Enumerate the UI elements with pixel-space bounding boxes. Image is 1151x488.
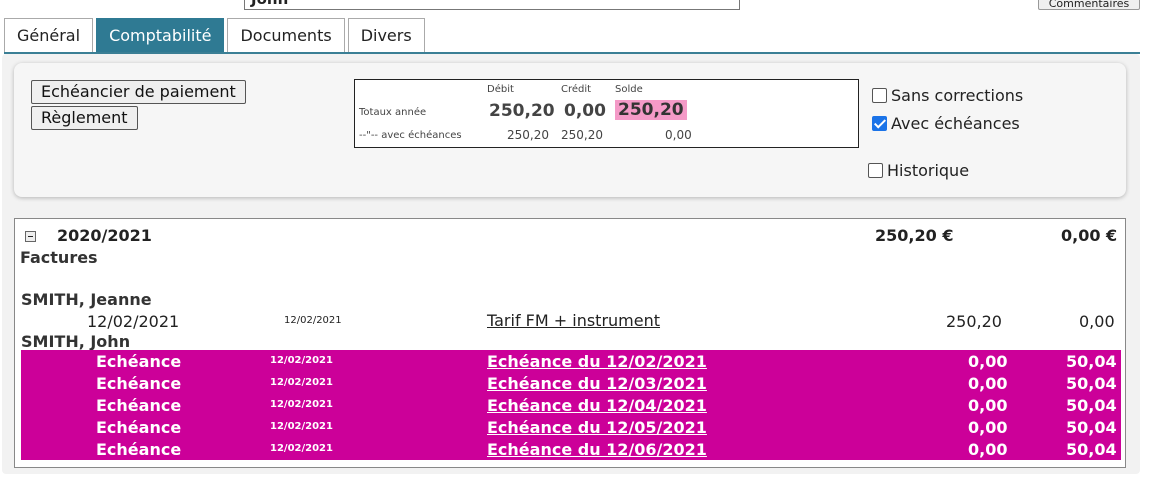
history-label: Historique (887, 161, 970, 180)
row-credit: 50,04 (1066, 352, 1117, 371)
invoice-doc-date: 12/02/2021 (284, 315, 342, 326)
person-name: SMITH, Jeanne (21, 290, 152, 309)
year-credit: 0,00 (564, 101, 606, 121)
fiscal-year: 2020/2021 (57, 226, 152, 245)
tab-divers[interactable]: Divers (347, 18, 425, 53)
year-balance: 250,20 (615, 100, 687, 120)
schedule-rows: Echéance 12/02/2021 Echéance du 12/02/20… (21, 350, 1121, 460)
table-row[interactable]: Echéance 12/02/2021 Echéance du 12/03/20… (21, 372, 1121, 394)
with-schedules-label: Avec échéances (891, 114, 1020, 133)
no-corrections-checkbox[interactable]: Sans corrections (872, 86, 1023, 105)
year-total-debit: 250,20 € (875, 226, 954, 245)
row-link[interactable]: Echéance du 12/02/2021 (487, 352, 707, 371)
row-doc-date: 12/02/2021 (270, 421, 333, 432)
row-debit: 0,00 (968, 374, 1008, 393)
balance-header: Solde (615, 84, 643, 95)
table-row[interactable]: Echéance 12/02/2021 Echéance du 12/02/20… (21, 350, 1121, 372)
comments-button[interactable]: Commentaires (1038, 0, 1140, 10)
row-debit: 0,00 (968, 418, 1008, 437)
row-credit: 50,04 (1066, 440, 1117, 459)
row-label: Echéance (96, 418, 182, 437)
row-link[interactable]: Echéance du 12/05/2021 (487, 418, 707, 437)
schedule-totals-label: --"-- avec échéances (359, 130, 462, 141)
ledger-table: 2020/2021 250,20 € 0,00 € Factures SMITH… (14, 218, 1126, 468)
schedule-credit: 250,20 (561, 128, 603, 142)
row-link[interactable]: Echéance du 12/06/2021 (487, 440, 707, 459)
with-schedules-checkbox[interactable]: Avec échéances (872, 114, 1020, 133)
payment-schedule-button[interactable]: Echéancier de paiement (31, 80, 246, 104)
row-debit: 0,00 (968, 440, 1008, 459)
row-label: Echéance (96, 352, 182, 371)
row-doc-date: 12/02/2021 (270, 443, 333, 454)
year-totals-label: Totaux année (359, 107, 427, 118)
row-label: Echéance (96, 440, 182, 459)
no-corrections-label: Sans corrections (891, 86, 1024, 105)
tab-documents[interactable]: Documents (227, 18, 345, 53)
row-doc-date: 12/02/2021 (270, 399, 333, 410)
row-debit: 0,00 (968, 396, 1008, 415)
invoice-link[interactable]: Tarif FM + instrument (487, 311, 660, 330)
history-checkbox[interactable]: Historique (868, 161, 969, 180)
row-link[interactable]: Echéance du 12/04/2021 (487, 396, 707, 415)
totals-box: Débit Crédit Solde Totaux année 250,20 0… (354, 79, 859, 148)
invoice-date: 12/02/2021 (87, 312, 180, 331)
row-doc-date: 12/02/2021 (270, 377, 333, 388)
person-name: SMITH, John (21, 332, 131, 351)
table-row[interactable]: Echéance 12/02/2021 Echéance du 12/05/20… (21, 416, 1121, 438)
row-label: Echéance (96, 374, 182, 393)
table-row[interactable]: Echéance 12/02/2021 Echéance du 12/06/20… (21, 438, 1121, 460)
table-row[interactable]: Echéance 12/02/2021 Echéance du 12/04/20… (21, 394, 1121, 416)
tab-comptabilite[interactable]: Comptabilité (96, 18, 225, 53)
tab-general[interactable]: Général (4, 18, 94, 53)
row-doc-date: 12/02/2021 (270, 355, 333, 366)
credit-header: Crédit (561, 84, 592, 95)
year-total-credit: 0,00 € (1061, 226, 1118, 245)
year-debit: 250,20 (489, 101, 555, 121)
invoice-credit: 0,00 (1079, 312, 1115, 331)
schedule-debit: 250,20 (507, 128, 549, 142)
checkbox-checked-icon[interactable] (872, 116, 887, 131)
tab-bar: Général Comptabilité Documents Divers (4, 18, 428, 54)
row-link[interactable]: Echéance du 12/03/2021 (487, 374, 707, 393)
row-debit: 0,00 (968, 352, 1008, 371)
schedule-balance: 0,00 (665, 128, 692, 142)
row-credit: 50,04 (1066, 418, 1117, 437)
row-credit: 50,04 (1066, 374, 1117, 393)
row-credit: 50,04 (1066, 396, 1117, 415)
collapse-icon[interactable] (25, 231, 36, 242)
row-label: Echéance (96, 396, 182, 415)
name-field[interactable]: John (244, 0, 740, 10)
checkbox-icon[interactable] (872, 88, 887, 103)
payment-button[interactable]: Règlement (31, 106, 138, 130)
invoice-debit: 250,20 (946, 312, 1002, 331)
section-title: Factures (20, 248, 98, 267)
checkbox-icon[interactable] (868, 163, 883, 178)
debit-header: Débit (487, 84, 514, 95)
